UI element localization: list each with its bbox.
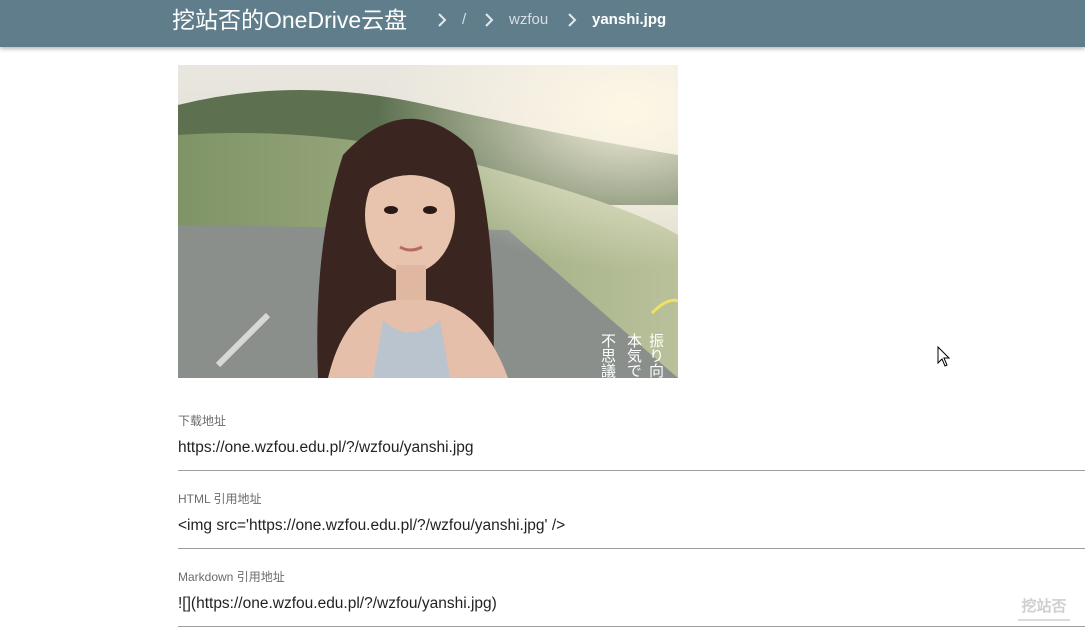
html-embed-input[interactable] xyxy=(178,514,1085,549)
svg-text:本気でそ: 本気でそ xyxy=(625,333,643,378)
site-watermark-logo: 挖站否 xyxy=(1018,597,1070,621)
svg-text:不思議な: 不思議な xyxy=(599,333,617,378)
breadcrumb-root[interactable]: / xyxy=(462,10,466,30)
breadcrumb-current-file[interactable]: yanshi.jpg xyxy=(592,10,666,30)
html-embed-label: HTML 引用地址 xyxy=(178,492,262,506)
svg-text:挖站否: 挖站否 xyxy=(1021,597,1066,615)
svg-text:振り向く: 振り向く xyxy=(647,333,665,378)
download-url-label: 下载地址 xyxy=(178,414,227,428)
chevron-right-icon xyxy=(568,13,577,27)
mouse-pointer-icon xyxy=(937,346,951,367)
chevron-right-icon xyxy=(438,13,447,27)
markdown-embed-input[interactable] xyxy=(178,592,1085,627)
image-preview: 振り向く 本気でそ 不思議な xyxy=(178,65,678,378)
chevron-right-icon xyxy=(485,13,494,27)
preview-photo: 振り向く 本気でそ 不思議な xyxy=(178,65,678,378)
markdown-embed-label: Markdown 引用地址 xyxy=(178,570,285,584)
download-url-input[interactable] xyxy=(178,436,1085,471)
preview-overlay-text: 振り向く 本気でそ 不思議な xyxy=(599,333,665,378)
breadcrumb-folder[interactable]: wzfou xyxy=(509,10,548,30)
top-app-bar: 挖站否的OneDrive云盘 / wzfou yanshi.jpg xyxy=(0,0,1085,47)
site-title[interactable]: 挖站否的OneDrive云盘 xyxy=(172,5,407,35)
